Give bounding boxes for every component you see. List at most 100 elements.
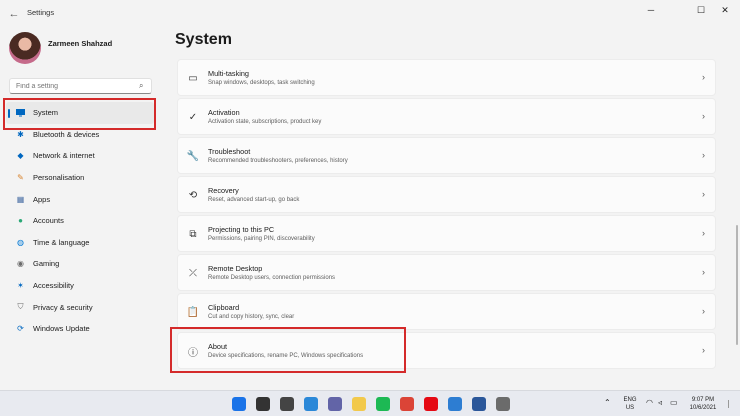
chevron-right-icon: ›	[702, 72, 705, 82]
chevron-right-icon: ›	[702, 267, 705, 277]
setting-title: Troubleshoot	[208, 147, 251, 156]
chevron-right-icon: ›	[702, 111, 705, 121]
show-desktop-button[interactable]	[728, 400, 734, 408]
photos-icon[interactable]	[448, 397, 462, 411]
sidebar-item-time-language[interactable]: ◍ Time & language	[6, 232, 154, 254]
search-input[interactable]	[9, 78, 152, 94]
setting-title: Projecting to this PC	[208, 225, 275, 234]
update-icon: ⟳	[17, 324, 24, 334]
gamepad-icon: ◉	[17, 259, 24, 269]
setting-subtitle: Remote Desktop users, connection permiss…	[208, 275, 336, 281]
chevron-right-icon: ›	[702, 189, 705, 199]
setting-activation[interactable]: ✓ Activation Activation state, subscript…	[177, 98, 716, 135]
settings-list: ▭ Multi-tasking Snap windows, desktops, …	[177, 59, 716, 371]
setting-subtitle: Recommended troubleshooters, preferences…	[208, 158, 348, 164]
sidebar-item-accessibility[interactable]: ✶ Accessibility	[6, 275, 154, 297]
sidebar-item-network[interactable]: ◆ Network & internet	[6, 145, 154, 167]
chevron-right-icon: ›	[702, 345, 705, 355]
windows-start-icon[interactable]	[232, 397, 246, 411]
setting-subtitle: Snap windows, desktops, task switching	[208, 80, 315, 86]
sidebar-item-label: Accessibility	[33, 281, 74, 291]
setting-remote-desktop[interactable]: ⤫ Remote Desktop Remote Desktop users, c…	[177, 254, 716, 291]
avatar[interactable]	[9, 32, 41, 64]
projecting-icon: ⧉	[189, 228, 197, 240]
chevron-right-icon: ›	[702, 150, 705, 160]
chrome-icon[interactable]	[400, 397, 414, 411]
remote-desktop-icon: ⤫	[189, 267, 197, 279]
checkmark-circle-icon: ✓	[188, 111, 198, 123]
wifi-tray-icon[interactable]: ◠	[646, 399, 653, 407]
accessibility-icon: ✶	[17, 281, 24, 291]
language-code: ENG	[623, 397, 637, 403]
user-name: Zarmeen Shahzad	[48, 39, 113, 48]
language-indicator[interactable]: ENG US	[622, 396, 638, 412]
clipboard-icon: 📋	[186, 306, 200, 318]
globe-icon: ◍	[17, 237, 24, 247]
clock[interactable]: 9:07 PM 10/6/2021	[686, 396, 720, 412]
sidebar-item-label: Personalisation	[33, 173, 85, 183]
close-button[interactable]: ✕	[710, 3, 740, 17]
back-arrow-icon[interactable]: ←	[6, 6, 22, 22]
teams-chat-icon[interactable]	[328, 397, 342, 411]
apps-icon: ▦	[16, 194, 25, 204]
settings-gear-icon[interactable]	[496, 397, 510, 411]
sidebar-item-label: Gaming	[33, 259, 60, 269]
brush-icon: ✎	[17, 173, 24, 183]
sidebar-item-label: Time & language	[33, 237, 90, 247]
tray-chevron-icon[interactable]: ⌃	[604, 399, 611, 407]
chevron-right-icon: ›	[702, 228, 705, 238]
setting-title: Remote Desktop	[208, 264, 263, 273]
battery-icon[interactable]: ▭	[670, 399, 678, 407]
app-title: Settings	[27, 8, 55, 17]
sidebar-nav: System ✱ Bluetooth & devices ◆ Network &…	[6, 102, 154, 340]
sidebar-item-accounts[interactable]: ● Accounts	[6, 210, 154, 232]
sidebar: Zarmeen Shahzad ⌕ System ✱ Bluetooth & d…	[0, 28, 164, 390]
setting-title: Clipboard	[208, 303, 240, 312]
setting-title: Recovery	[208, 186, 239, 195]
setting-projecting[interactable]: ⧉ Projecting to this PC Permissions, pai…	[177, 215, 716, 252]
region-code: US	[625, 405, 635, 411]
minimize-button[interactable]: ─	[636, 3, 666, 17]
setting-subtitle: Cut and copy history, sync, clear	[208, 314, 295, 320]
chevron-right-icon: ›	[702, 306, 705, 316]
clock-date: 10/6/2021	[689, 405, 717, 411]
netflix-icon[interactable]	[424, 397, 438, 411]
word-icon[interactable]	[472, 397, 486, 411]
sidebar-item-label: Privacy & security	[33, 302, 93, 312]
task-view-icon[interactable]	[280, 397, 294, 411]
volume-icon[interactable]: ◃	[658, 399, 662, 407]
page-title: System	[175, 31, 232, 48]
setting-subtitle: Activation state, subscriptions, product…	[208, 119, 322, 125]
sidebar-item-windows-update[interactable]: ⟳ Windows Update	[6, 318, 154, 340]
file-explorer-icon[interactable]	[352, 397, 366, 411]
person-icon: ●	[18, 216, 23, 226]
multitasking-icon: ▭	[188, 72, 198, 84]
sidebar-item-label: Apps	[33, 194, 51, 204]
setting-troubleshoot[interactable]: 🔧 Troubleshoot Recommended troubleshoote…	[177, 137, 716, 174]
setting-subtitle: Permissions, pairing PIN, discoverabilit…	[208, 236, 315, 242]
wrench-icon: 🔧	[186, 150, 200, 162]
setting-title: Multi-tasking	[208, 69, 249, 78]
setting-title: Activation	[208, 108, 240, 117]
setting-clipboard[interactable]: 📋 Clipboard Cut and copy history, sync, …	[177, 293, 716, 330]
setting-subtitle: Reset, advanced start-up, go back	[208, 197, 300, 203]
taskbar: ⌃ ENG US ◠ ◃ ▭ 9:07 PM 10/6/2021	[0, 390, 740, 416]
widgets-icon[interactable]	[304, 397, 318, 411]
search-icon[interactable]: ⌕	[139, 81, 143, 91]
wifi-icon: ◆	[17, 151, 24, 161]
setting-recovery[interactable]: ⟲ Recovery Reset, advanced start-up, go …	[177, 176, 716, 213]
clock-time: 9:07 PM	[691, 397, 715, 403]
bluetooth-icon: ✱	[17, 129, 24, 139]
scrollbar[interactable]	[736, 225, 738, 345]
setting-multitasking[interactable]: ▭ Multi-tasking Snap windows, desktops, …	[177, 59, 716, 96]
sidebar-item-personalisation[interactable]: ✎ Personalisation	[6, 167, 154, 189]
recovery-icon: ⟲	[188, 189, 198, 201]
about-highlight-box	[170, 327, 406, 373]
sidebar-item-apps[interactable]: ▦ Apps	[6, 188, 154, 210]
sidebar-item-label: Windows Update	[33, 324, 90, 334]
sidebar-item-label: Network & internet	[33, 151, 95, 161]
taskbar-search-icon[interactable]	[256, 397, 270, 411]
sidebar-item-gaming[interactable]: ◉ Gaming	[6, 253, 154, 275]
sidebar-item-privacy[interactable]: ⛉ Privacy & security	[6, 296, 154, 318]
spotify-icon[interactable]	[376, 397, 390, 411]
